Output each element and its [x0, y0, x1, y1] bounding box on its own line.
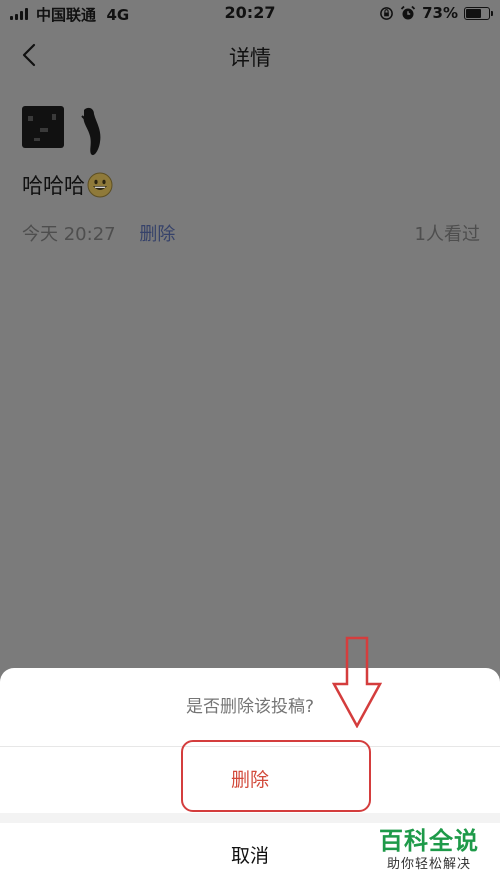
grinning-face-emoji-icon	[87, 172, 113, 198]
page-title: 详情	[229, 46, 271, 70]
watermark: 百科全说 助你轻松解决	[372, 827, 486, 875]
view-count: 1人看过	[414, 224, 480, 245]
post-text: 哈哈哈	[22, 174, 85, 198]
down-arrow-icon	[332, 636, 382, 728]
author-name-glyph	[81, 107, 101, 156]
post-meta: 今天 20:27 删除 1人看过	[22, 220, 480, 246]
watermark-title: 百科全说	[379, 827, 479, 855]
status-bar: 中国联通 4G 20:27 73%	[0, 0, 500, 28]
action-sheet-title: 是否删除该投稿?	[185, 697, 315, 717]
avatar[interactable]	[22, 106, 64, 148]
battery-icon	[464, 6, 493, 20]
delete-link[interactable]: 删除	[139, 224, 175, 245]
watermark-subtitle: 助你轻松解决	[386, 857, 471, 872]
post-content: 哈哈哈	[22, 170, 113, 200]
post-time: 今天 20:27	[22, 224, 116, 245]
rotation-lock-icon	[380, 6, 393, 20]
status-right: 73%	[379, 4, 493, 22]
battery-percent: 73%	[422, 4, 458, 22]
alarm-icon	[400, 5, 416, 20]
divider	[0, 813, 500, 823]
nav-bar: 详情	[0, 28, 500, 84]
highlight-box	[181, 740, 371, 812]
